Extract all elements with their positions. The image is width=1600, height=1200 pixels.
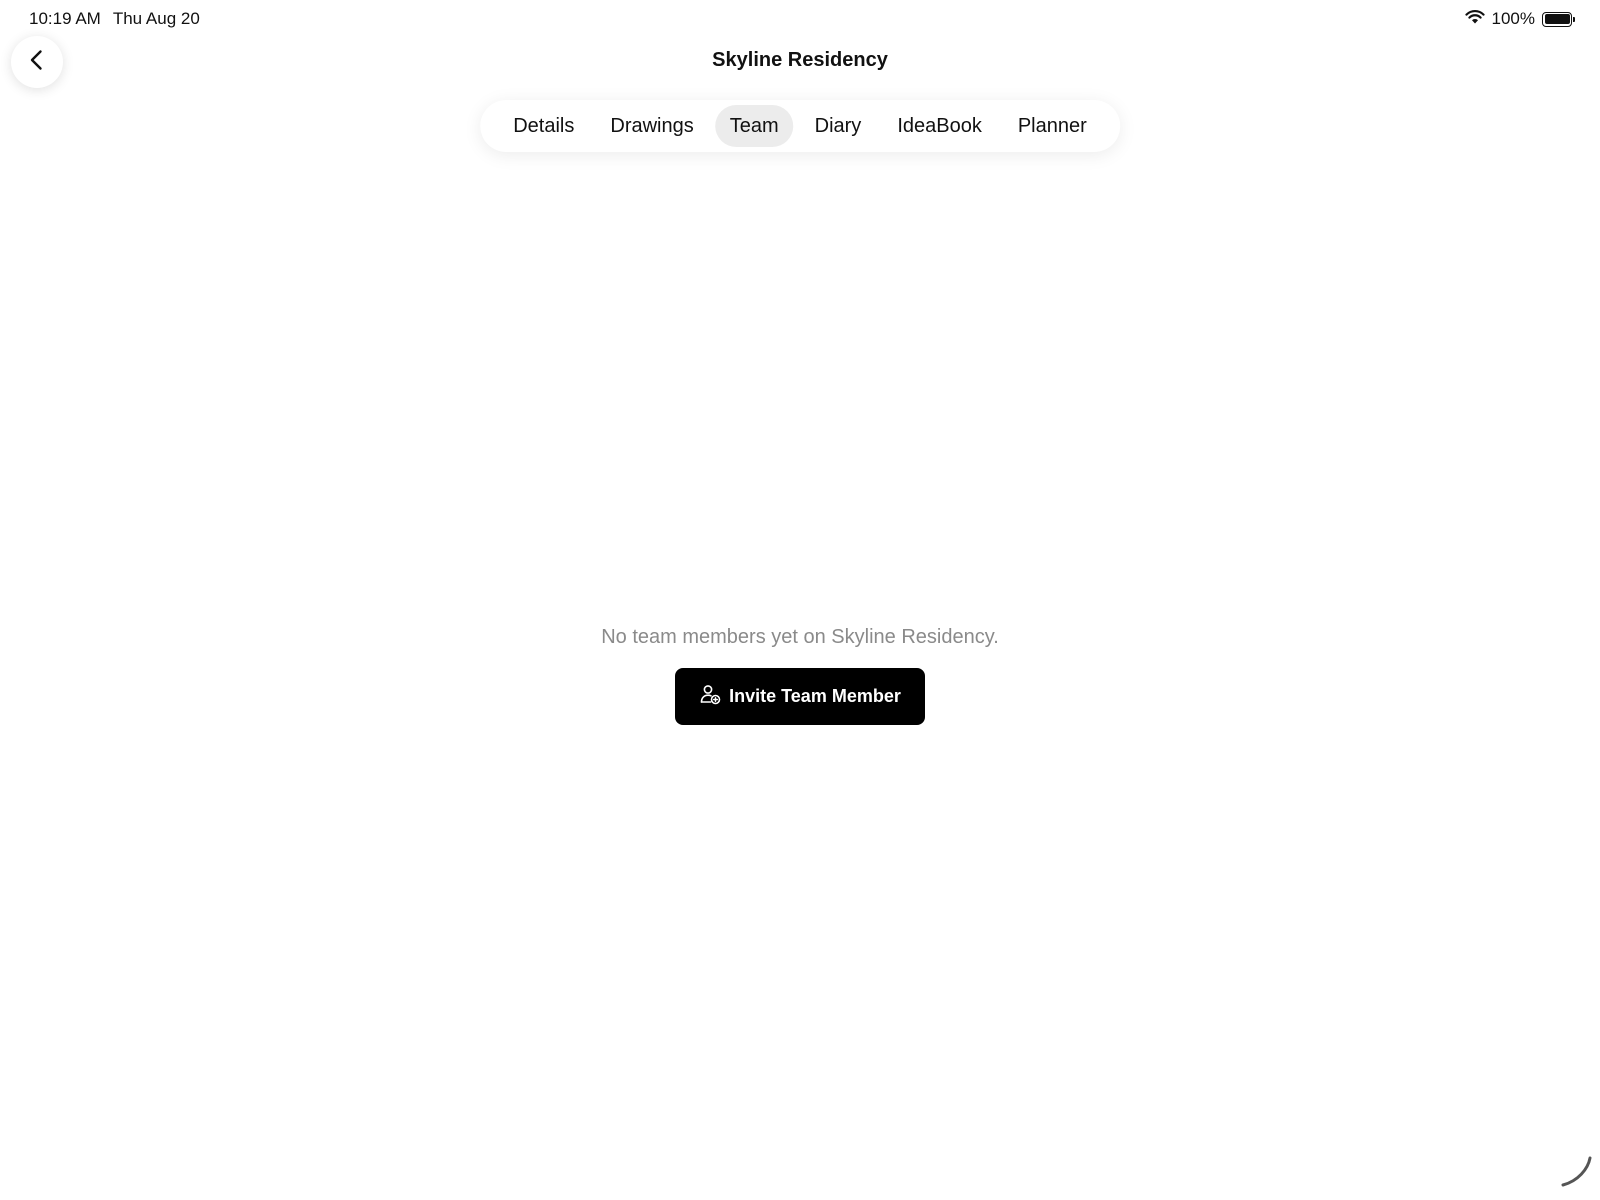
wifi-icon [1464, 9, 1485, 29]
status-date: Thu Aug 20 [112, 9, 200, 28]
corner-indicator [1560, 1155, 1594, 1194]
tab-drawings[interactable]: Drawings [595, 105, 708, 147]
battery-fill [1544, 14, 1570, 24]
user-plus-icon [699, 683, 721, 710]
status-left: 10:19 AM Thu Aug 20 [29, 9, 200, 29]
invite-button-label: Invite Team Member [729, 686, 901, 706]
status-bar: 10:19 AM Thu Aug 20 100% [0, 0, 1600, 38]
status-time: 10:19 AM [29, 9, 101, 28]
battery-icon [1542, 11, 1575, 27]
tab-bar: Details Drawings Team Diary IdeaBook Pla… [480, 100, 1120, 152]
tab-diary[interactable]: Diary [800, 105, 877, 147]
page-title: Skyline Residency [712, 49, 888, 71]
invite-team-member-button[interactable]: Invite Team Member [675, 668, 925, 725]
tab-ideabook[interactable]: IdeaBook [882, 105, 997, 147]
tab-team[interactable]: Team [714, 105, 794, 147]
tab-details[interactable]: Details [498, 105, 589, 147]
screen: 10:19 AM Thu Aug 20 100% Skyline Residen… [0, 0, 1600, 1200]
empty-state-message: No team members yet on Skyline Residency… [601, 626, 999, 648]
tab-planner[interactable]: Planner [1003, 105, 1102, 147]
status-right: 100% [1464, 9, 1575, 29]
battery-percent: 100% [1491, 9, 1535, 28]
empty-state: No team members yet on Skyline Residency… [0, 626, 1600, 725]
